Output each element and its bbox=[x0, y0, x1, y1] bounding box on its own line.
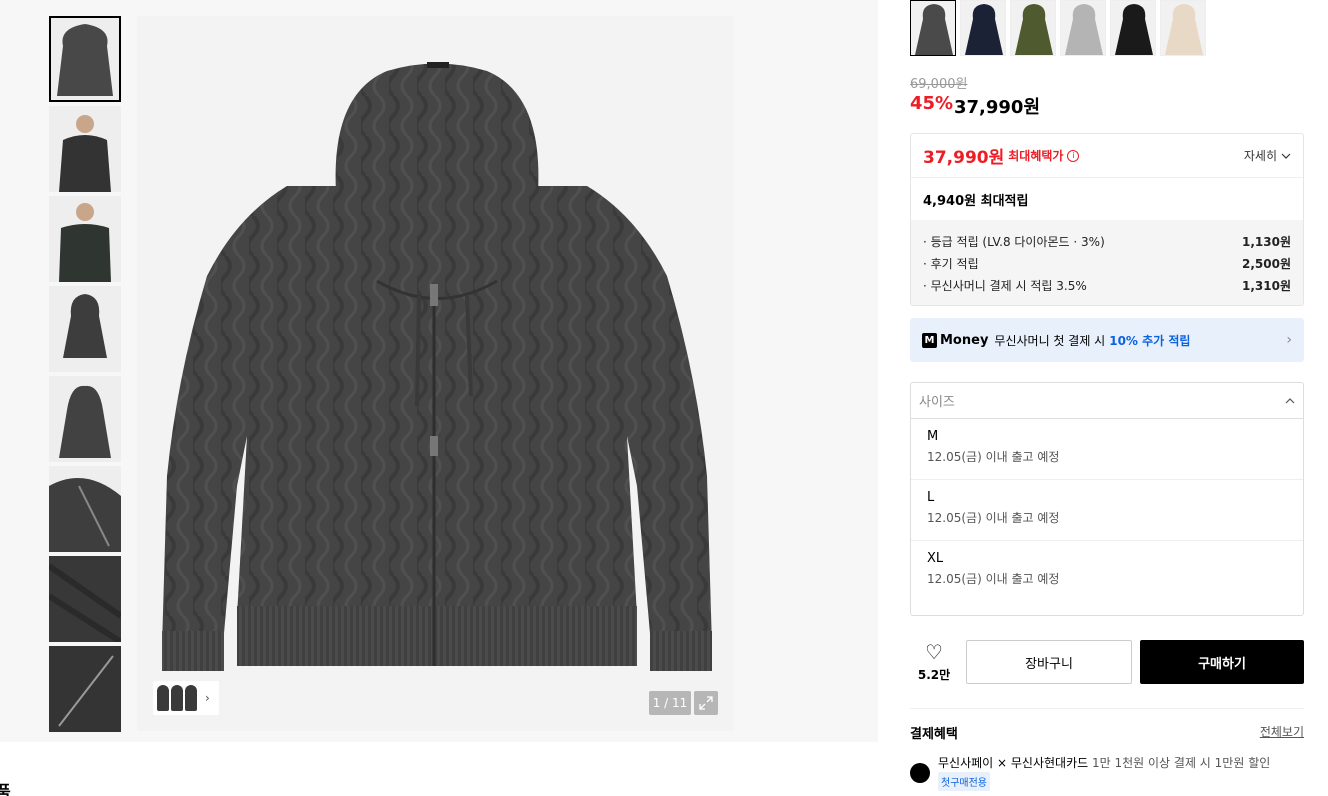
color-swatch[interactable] bbox=[1160, 0, 1206, 56]
card-desc: 1만 1천원 이상 결제 시 1만원 할인 bbox=[1092, 756, 1271, 770]
size-option-shipping: 12.05(금) 이내 출고 예정 bbox=[927, 572, 1060, 586]
size-option[interactable]: L 12.05(금) 이내 출고 예정 bbox=[911, 480, 1303, 541]
points-value: 1,130원 bbox=[1242, 234, 1291, 249]
points-row: · 무신사머니 결제 시 적립 3.5% 1,310원 bbox=[923, 274, 1291, 296]
color-swatch[interactable] bbox=[960, 0, 1006, 56]
size-option-shipping: 12.05(금) 이내 출고 예정 bbox=[927, 511, 1060, 525]
thumbnail-image bbox=[63, 294, 107, 358]
points-row: · 등급 적립 (LV.8 다이아몬드 · 3%) 1,130원 bbox=[923, 230, 1291, 252]
product-thumbnail[interactable] bbox=[49, 286, 121, 372]
payment-benefit-item[interactable]: 무신사페이 × 무신사현대카드 1만 1천원 이상 결제 시 1만원 할인 첫구… bbox=[910, 752, 1304, 792]
max-points: 4,940원 최대적립 bbox=[923, 193, 1029, 209]
buy-now-button[interactable]: 구매하기 bbox=[1140, 640, 1304, 684]
money-banner-highlight: 10% 추가 적립 bbox=[1109, 333, 1191, 348]
money-brand: Money bbox=[940, 332, 989, 348]
thumbnail-image bbox=[57, 24, 113, 96]
section-title-fragment: 품 bbox=[0, 782, 11, 796]
swatch-image bbox=[1165, 4, 1203, 55]
like-button[interactable]: ♡ 5.2만 bbox=[910, 640, 958, 683]
detail-link-label: 자세히 bbox=[1243, 149, 1277, 163]
points-value: 2,500원 bbox=[1242, 256, 1291, 271]
thumbnail-image bbox=[49, 646, 121, 732]
color-swatch[interactable] bbox=[910, 0, 956, 56]
section-strip bbox=[0, 742, 878, 796]
points-label: · 등급 적립 (LV.8 다이아몬드 · 3%) bbox=[923, 234, 1105, 249]
size-option-name: M bbox=[927, 429, 939, 444]
thumbnail-image bbox=[59, 385, 111, 458]
size-option-name: L bbox=[927, 490, 935, 505]
points-label: · 무신사머니 결제 시 적립 3.5% bbox=[923, 278, 1087, 293]
hoodie-illustration bbox=[162, 62, 712, 671]
size-select[interactable]: 사이즈 bbox=[911, 383, 1303, 419]
size-option-name: XL bbox=[927, 551, 944, 566]
size-option-list: M 12.05(금) 이내 출고 예정 L 12.05(금) 이내 출고 예정 XL 12… bbox=[911, 419, 1303, 602]
main-product-image[interactable]: › 1 / 11 bbox=[137, 16, 733, 731]
points-label: · 후기 적립 bbox=[923, 256, 979, 271]
max-benefit-header: 37,990원 최대혜택가 i 자세히 bbox=[911, 134, 1303, 178]
product-thumbnail[interactable] bbox=[49, 646, 121, 732]
color-swatch[interactable] bbox=[1010, 0, 1056, 56]
size-option[interactable]: XL 12.05(금) 이내 출고 예정 bbox=[911, 541, 1303, 602]
discount-rate: 45% bbox=[910, 93, 954, 114]
money-logo-icon: M bbox=[922, 332, 937, 348]
max-benefit-price: 37,990원 bbox=[923, 148, 1005, 168]
product-thumbnail[interactable] bbox=[49, 376, 121, 462]
expand-icon[interactable] bbox=[694, 691, 718, 715]
points-value: 1,310원 bbox=[1242, 278, 1291, 293]
mini-thumb bbox=[171, 685, 183, 711]
product-thumbnail[interactable] bbox=[49, 556, 121, 642]
info-icon[interactable]: i bbox=[1067, 149, 1080, 162]
color-swatch[interactable] bbox=[1060, 0, 1106, 56]
original-price: 69,000원 bbox=[910, 77, 968, 92]
product-thumbnail[interactable] bbox=[49, 466, 121, 552]
swatch-image bbox=[915, 4, 953, 55]
divider bbox=[910, 708, 1304, 709]
image-counter: 1 / 11 bbox=[649, 691, 691, 715]
add-to-cart-button[interactable]: 장바구니 bbox=[966, 640, 1132, 684]
chevron-down-icon bbox=[1281, 153, 1291, 159]
points-breakdown: · 등급 적립 (LV.8 다이아몬드 · 3%) 1,130원 · 후기 적립 2,… bbox=[911, 220, 1303, 305]
product-thumbnail[interactable] bbox=[49, 196, 121, 282]
sale-price: 37,990원 bbox=[954, 97, 1041, 118]
mini-thumb bbox=[185, 685, 197, 711]
thumbnail-image bbox=[59, 115, 111, 192]
swatch-image bbox=[1065, 4, 1103, 55]
chevron-right-icon: › bbox=[1286, 332, 1292, 348]
product-thumbnail[interactable] bbox=[49, 106, 121, 192]
swatch-image bbox=[965, 4, 1003, 55]
benefit-detail-link[interactable]: 자세히 bbox=[1244, 147, 1291, 164]
chevron-right-icon: › bbox=[205, 691, 210, 705]
swatch-image bbox=[1115, 4, 1153, 55]
color-selector bbox=[910, 0, 1206, 56]
payment-benefit-title: 결제혜택 bbox=[910, 727, 958, 742]
heart-icon: ♡ bbox=[925, 640, 943, 664]
payment-view-all-link[interactable]: 전체보기 bbox=[1260, 723, 1304, 740]
swatch-image bbox=[1015, 4, 1053, 55]
size-dropdown: 사이즈 M 12.05(금) 이내 출고 예정 L 12.05(금) 이내 출고 예정… bbox=[910, 382, 1304, 616]
mini-thumb bbox=[157, 685, 169, 711]
points-row: · 후기 적립 2,500원 bbox=[923, 252, 1291, 274]
size-placeholder: 사이즈 bbox=[919, 395, 955, 410]
thumbnail-image bbox=[59, 203, 111, 282]
thumbnail-image bbox=[49, 556, 121, 642]
color-swatch[interactable] bbox=[1110, 0, 1156, 56]
chevron-up-icon bbox=[1285, 397, 1295, 403]
thumbnail-preview-strip[interactable]: › bbox=[153, 681, 219, 715]
musinsa-money-banner[interactable]: M Money 무신사머니 첫 결제 시 10% 추가 적립 › bbox=[910, 318, 1304, 362]
card-logo-icon bbox=[910, 763, 930, 783]
product-thumbnail[interactable] bbox=[49, 16, 121, 102]
first-purchase-badge: 첫구매전용 bbox=[938, 772, 990, 791]
thumbnail-list bbox=[49, 16, 121, 736]
thumbnail-image bbox=[49, 478, 121, 552]
payment-benefit-text: 무신사페이 × 무신사현대카드 1만 1천원 이상 결제 시 1만원 할인 bbox=[938, 754, 1270, 771]
size-option[interactable]: M 12.05(금) 이내 출고 예정 bbox=[911, 419, 1303, 480]
max-benefit-label: 최대혜택가 bbox=[1008, 149, 1064, 163]
size-option-shipping: 12.05(금) 이내 출고 예정 bbox=[927, 450, 1060, 464]
money-banner-text: 무신사머니 첫 결제 시 bbox=[994, 333, 1106, 348]
benefit-box: 37,990원 최대혜택가 i 자세히 4,940원 최대적립 · 등급 적립 … bbox=[910, 133, 1304, 306]
like-count: 5.2만 bbox=[917, 668, 951, 682]
card-name: 무신사페이 × 무신사현대카드 bbox=[938, 756, 1089, 770]
